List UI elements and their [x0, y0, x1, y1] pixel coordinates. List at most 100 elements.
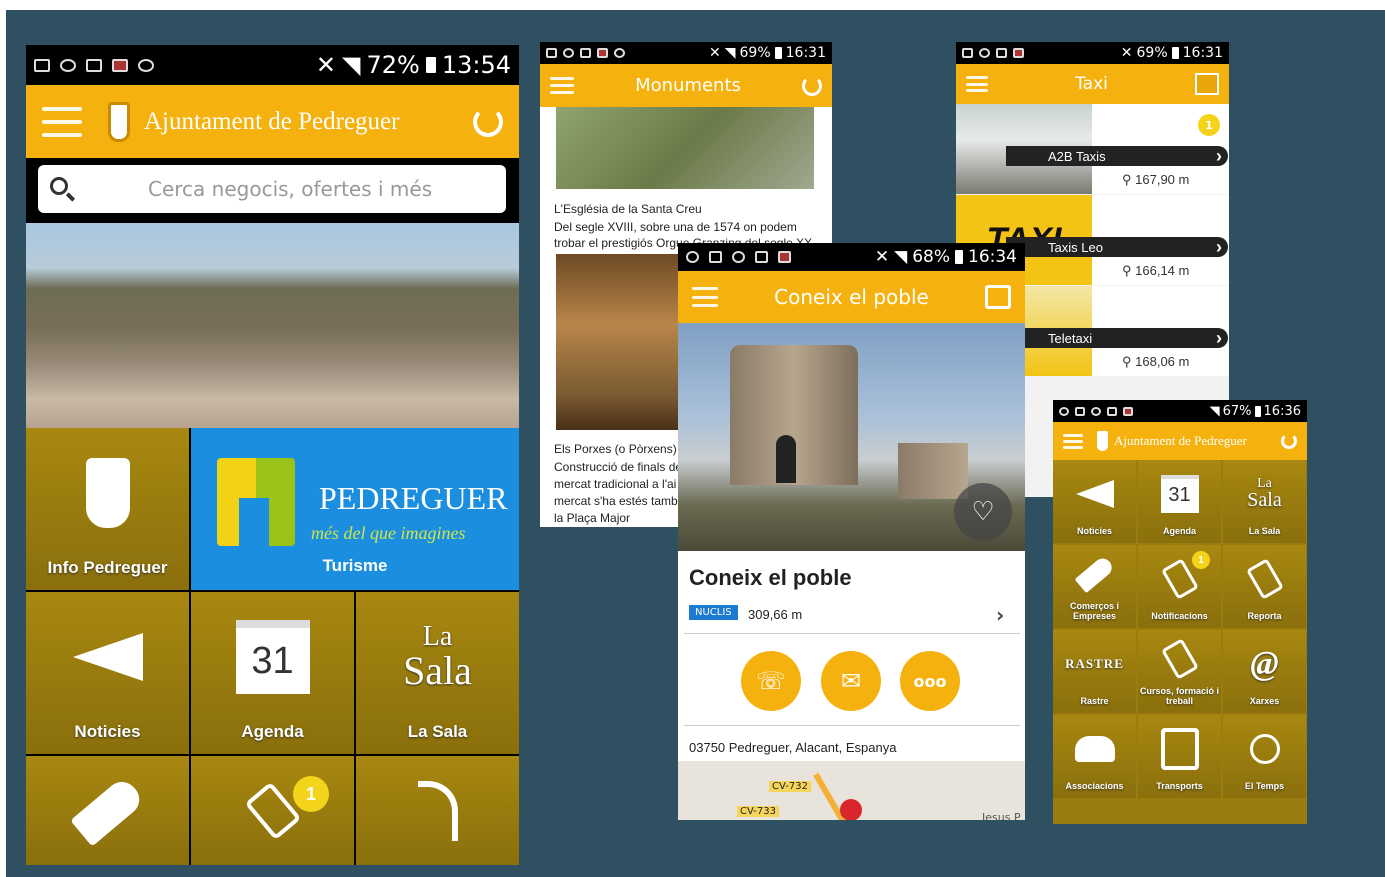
address: 03750 Pedreguer, Alacant, Espanya: [689, 740, 897, 755]
tile-calendar[interactable]: 31 Agenda: [1138, 460, 1221, 543]
screen-title: Coneix el poble: [774, 285, 929, 309]
menu-icon[interactable]: [550, 77, 574, 94]
tile-info-pedreguer[interactable]: Info Pedreguer: [26, 428, 189, 590]
phone-coneix-el-poble: ✕ ◥ 68% 16:34 Coneix el poble ♡ Coneix el p…: [678, 243, 1025, 820]
tile-sun[interactable]: El Temps: [1223, 715, 1306, 798]
notification-badge: 1: [1192, 551, 1210, 569]
tile-notificacions[interactable]: 1: [191, 756, 354, 865]
tile-bus[interactable]: Transports: [1138, 715, 1221, 798]
megaphone-icon: [1075, 479, 1114, 508]
coat-of-arms-icon: [1097, 431, 1108, 451]
coat-of-arms-icon: [108, 101, 130, 142]
menu-icon[interactable]: [692, 287, 718, 307]
monument-name: L'Església de la Santa Creu: [554, 202, 702, 216]
refresh-icon[interactable]: [802, 75, 822, 96]
report-icon: [1245, 557, 1284, 600]
tile-label: Cursos, formació i treball: [1139, 686, 1220, 707]
category-tag: NUCLIS: [689, 605, 738, 620]
map-pin-icon: [840, 799, 862, 820]
app-bar: Coneix el poble: [678, 271, 1025, 323]
tower-photo: ♡: [678, 323, 1025, 551]
tile-reporta[interactable]: [356, 756, 519, 865]
monument-name: Els Porxes (o Pòrxens): [554, 442, 677, 456]
taxi-name: A2B Taxis: [1006, 146, 1228, 167]
tile-la-sala[interactable]: La Sala La Sala: [1223, 460, 1306, 543]
report-icon: [417, 780, 458, 841]
organ-photo: [556, 254, 686, 430]
search-icon: [50, 177, 68, 195]
menu-icon[interactable]: [966, 76, 988, 92]
menu-icon[interactable]: [42, 106, 82, 137]
tile-people[interactable]: Associacions: [1053, 715, 1136, 798]
menu-icon[interactable]: [1063, 433, 1083, 449]
map-icon[interactable]: [1195, 73, 1219, 95]
map-road-label: CV-733: [737, 806, 779, 817]
taxi-name: Teletaxi: [1006, 328, 1228, 349]
tile-label: Comerços i Empreses: [1069, 601, 1120, 622]
people-icon: [1074, 735, 1115, 762]
la-sala-icon: La Sala: [1247, 476, 1282, 511]
screen-title: Monuments: [635, 75, 741, 96]
app-title: Ajuntament de Pedreguer: [144, 107, 400, 135]
map[interactable]: CV-732 CV-733 Jesus P: [678, 755, 1025, 820]
app-bar: Monuments: [540, 64, 832, 107]
tag-icon: [69, 774, 146, 847]
app-title: Ajuntament de Pedreguer: [1114, 433, 1247, 448]
map-place-label: Jesus P: [982, 811, 1021, 820]
taxi-name: Taxis Leo: [1006, 237, 1228, 258]
refresh-icon[interactable]: [1281, 433, 1297, 449]
town-panorama-image: [26, 223, 519, 428]
app-bar: Ajuntament de Pedreguer: [26, 85, 519, 158]
church-photo: [556, 107, 814, 189]
status-bar: ✕ ◥ 69% 16:31: [540, 42, 832, 64]
tile-agenda[interactable]: 31 Agenda: [191, 592, 354, 754]
phone-home: ✕ ◥ 72% 13:54 Ajuntament de Pedreguer Cerca…: [26, 45, 519, 865]
turisme-brand: PEDREGUER: [319, 480, 508, 516]
training-icon: [1160, 637, 1199, 680]
tile-turisme[interactable]: PEDREGUER més del que imagines Turisme: [191, 428, 519, 590]
chevron-right-icon[interactable]: ›: [996, 603, 1004, 627]
battery-level: 72%: [366, 51, 420, 79]
tile-megaphone[interactable]: Noticies: [1053, 460, 1136, 543]
app-bar: Taxi: [956, 64, 1229, 104]
turisme-label: Turisme: [322, 556, 388, 575]
tile-label: Agenda: [1162, 526, 1196, 537]
tile-training[interactable]: Cursos, formació i treball: [1138, 630, 1221, 713]
taxi-list-item[interactable]: 1 A2B Taxis ⚲ 167,90 m: [956, 104, 1229, 194]
favorite-heart-icon[interactable]: ♡: [954, 483, 1012, 541]
tile-report[interactable]: Reporta: [1223, 545, 1306, 628]
phone-home-small: ◥ 67% 16:36 Ajuntament de Pedreguer Notici…: [1053, 400, 1307, 824]
rastre-icon: RASTRE: [1065, 655, 1124, 671]
clock: 13:54: [441, 51, 511, 79]
tile-la-sala[interactable]: La Sala La Sala: [356, 592, 519, 754]
tile-label: Notificacions: [1151, 611, 1208, 622]
tile-label: Noticies: [1076, 526, 1112, 537]
taxi-distance: ⚲ 167,90 m: [1122, 172, 1190, 187]
app-bar: Ajuntament de Pedreguer: [1053, 422, 1307, 460]
search-bar[interactable]: Cerca negocis, ofertes i més: [38, 165, 506, 213]
email-button[interactable]: ✉: [821, 651, 881, 711]
taxi-distance: ⚲ 166,14 m: [1122, 263, 1190, 278]
tag-icon: [1074, 554, 1115, 593]
turisme-logo-icon: [217, 458, 295, 546]
tile-label: La Sala: [1248, 526, 1281, 537]
sun-icon: [1249, 733, 1280, 764]
tile-tag[interactable]: Comerços i Empreses: [1053, 545, 1136, 628]
phone-button[interactable]: ☏: [741, 651, 801, 711]
tile-comercos[interactable]: [26, 756, 189, 865]
tile-label: Transports: [1156, 781, 1203, 792]
tile-noticies[interactable]: Noticies: [26, 592, 189, 754]
la-sala-logo: La: [422, 621, 453, 652]
more-button[interactable]: ooo: [900, 651, 960, 711]
notification-badge: 1: [293, 776, 329, 812]
status-bar: ◥ 67% 16:36: [1053, 400, 1307, 422]
tile-label: El Temps: [1244, 781, 1285, 792]
tile-rastre[interactable]: RASTRE Rastre: [1053, 630, 1136, 713]
calendar-icon: 31: [235, 620, 310, 694]
refresh-icon[interactable]: [473, 106, 503, 137]
castle-icon: [85, 458, 130, 528]
tile-at[interactable]: @ Xarxes: [1223, 630, 1306, 713]
tile-notification[interactable]: 1 Notificacions: [1138, 545, 1221, 628]
bus-icon: [1160, 727, 1199, 770]
share-icon[interactable]: [985, 285, 1011, 309]
